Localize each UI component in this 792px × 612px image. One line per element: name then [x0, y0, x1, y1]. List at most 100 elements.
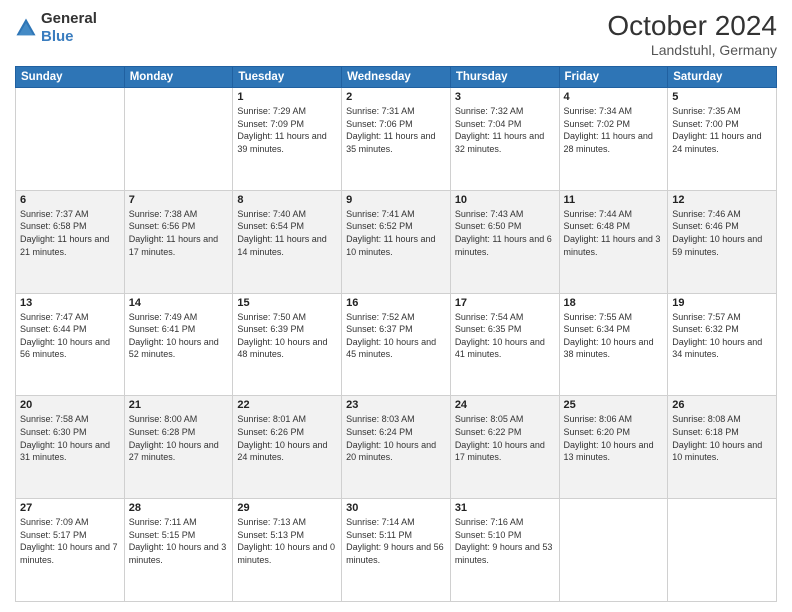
day-info: Sunrise: 7:34 AM Sunset: 7:02 PM Dayligh…	[564, 105, 664, 155]
day-info: Sunrise: 8:06 AM Sunset: 6:20 PM Dayligh…	[564, 413, 664, 463]
table-row: 15 Sunrise: 7:50 AM Sunset: 6:39 PM Dayli…	[233, 293, 342, 396]
table-row: 7Sunrise: 7:38 AM Sunset: 6:56 PM Daylig…	[124, 190, 233, 293]
table-row: 9 Sunrise: 7:41 AM Sunset: 6:52 PM Daylig…	[342, 190, 451, 293]
day-number: 31	[455, 502, 555, 514]
day-number: 13	[20, 297, 120, 309]
day-info: Sunrise: 7:16 AM Sunset: 5:10 PM Dayligh…	[455, 516, 555, 566]
table-row: 8 Sunrise: 7:40 AM Sunset: 6:54 PM Daylig…	[233, 190, 342, 293]
calendar-week-row: 1 Sunrise: 7:29 AM Sunset: 7:09 PM Daylig…	[16, 88, 777, 191]
day-number: 4	[564, 91, 664, 103]
day-number: 26	[672, 399, 772, 411]
day-info: Sunrise: 7:46 AM Sunset: 6:46 PM Dayligh…	[672, 208, 772, 258]
logo-general: General	[41, 10, 97, 27]
day-info: Sunrise: 7:37 AM Sunset: 6:58 PM Dayligh…	[20, 208, 120, 258]
day-info: Sunrise: 8:05 AM Sunset: 6:22 PM Dayligh…	[455, 413, 555, 463]
title-block: October 2024 Landstuhl, Germany	[607, 10, 777, 58]
day-info: Sunrise: 7:44 AM Sunset: 6:48 PM Dayligh…	[564, 208, 664, 258]
day-number: 20	[20, 399, 120, 411]
day-number: 24	[455, 399, 555, 411]
day-info: Sunrise: 7:50 AM Sunset: 6:39 PM Dayligh…	[237, 311, 337, 361]
table-row	[559, 499, 668, 602]
logo: General Blue	[15, 10, 97, 46]
day-number: 3	[455, 91, 555, 103]
day-info: Sunrise: 8:03 AM Sunset: 6:24 PM Dayligh…	[346, 413, 446, 463]
table-row: 2Sunrise: 7:31 AM Sunset: 7:06 PM Daylig…	[342, 88, 451, 191]
day-number: 25	[564, 399, 664, 411]
day-info: Sunrise: 7:47 AM Sunset: 6:44 PM Dayligh…	[20, 311, 120, 361]
day-number: 6	[20, 194, 120, 206]
table-row: 10 Sunrise: 7:43 AM Sunset: 6:50 PM Dayli…	[450, 190, 559, 293]
day-info: Sunrise: 7:09 AM Sunset: 5:17 PM Dayligh…	[20, 516, 120, 566]
day-info: Sunrise: 7:40 AM Sunset: 6:54 PM Dayligh…	[237, 208, 337, 258]
calendar-header-row: Sunday Monday Tuesday Wednesday Thursday…	[16, 67, 777, 88]
day-number: 1	[237, 91, 337, 103]
day-number: 7	[129, 194, 229, 206]
table-row: 20 Sunrise: 7:58 AM Sunset: 6:30 PM Dayli…	[16, 396, 125, 499]
page: General Blue October 2024 Landstuhl, Ger…	[0, 0, 792, 612]
table-row	[668, 499, 777, 602]
day-number: 27	[20, 502, 120, 514]
day-info: Sunrise: 7:29 AM Sunset: 7:09 PM Dayligh…	[237, 105, 337, 155]
table-row: 3 Sunrise: 7:32 AM Sunset: 7:04 PM Daylig…	[450, 88, 559, 191]
day-number: 23	[346, 399, 446, 411]
calendar-table: Sunday Monday Tuesday Wednesday Thursday…	[15, 66, 777, 602]
col-wednesday: Wednesday	[342, 67, 451, 88]
day-number: 8	[237, 194, 337, 206]
day-info: Sunrise: 7:32 AM Sunset: 7:04 PM Dayligh…	[455, 105, 555, 155]
day-number: 10	[455, 194, 555, 206]
col-thursday: Thursday	[450, 67, 559, 88]
table-row: 12 Sunrise: 7:46 AM Sunset: 6:46 PM Dayli…	[668, 190, 777, 293]
col-friday: Friday	[559, 67, 668, 88]
table-row: 6 Sunrise: 7:37 AM Sunset: 6:58 PM Daylig…	[16, 190, 125, 293]
table-row: 4 Sunrise: 7:34 AM Sunset: 7:02 PM Daylig…	[559, 88, 668, 191]
table-row: 16Sunrise: 7:52 AM Sunset: 6:37 PM Dayli…	[342, 293, 451, 396]
table-row: 31 Sunrise: 7:16 AM Sunset: 5:10 PM Dayli…	[450, 499, 559, 602]
day-number: 14	[129, 297, 229, 309]
day-info: Sunrise: 7:55 AM Sunset: 6:34 PM Dayligh…	[564, 311, 664, 361]
day-info: Sunrise: 7:58 AM Sunset: 6:30 PM Dayligh…	[20, 413, 120, 463]
day-info: Sunrise: 7:11 AM Sunset: 5:15 PM Dayligh…	[129, 516, 229, 566]
day-number: 21	[129, 399, 229, 411]
table-row: 26Sunrise: 8:08 AM Sunset: 6:18 PM Dayli…	[668, 396, 777, 499]
table-row: 30 Sunrise: 7:14 AM Sunset: 5:11 PM Dayli…	[342, 499, 451, 602]
table-row: 18 Sunrise: 7:55 AM Sunset: 6:34 PM Dayli…	[559, 293, 668, 396]
day-info: Sunrise: 7:14 AM Sunset: 5:11 PM Dayligh…	[346, 516, 446, 566]
day-number: 11	[564, 194, 664, 206]
day-info: Sunrise: 8:01 AM Sunset: 6:26 PM Dayligh…	[237, 413, 337, 463]
table-row: 24 Sunrise: 8:05 AM Sunset: 6:22 PM Dayli…	[450, 396, 559, 499]
col-sunday: Sunday	[16, 67, 125, 88]
table-row: 29Sunrise: 7:13 AM Sunset: 5:13 PM Dayli…	[233, 499, 342, 602]
day-number: 19	[672, 297, 772, 309]
table-row: 19Sunrise: 7:57 AM Sunset: 6:32 PM Dayli…	[668, 293, 777, 396]
day-number: 9	[346, 194, 446, 206]
header: General Blue October 2024 Landstuhl, Ger…	[15, 10, 777, 58]
col-saturday: Saturday	[668, 67, 777, 88]
day-number: 12	[672, 194, 772, 206]
table-row: 25 Sunrise: 8:06 AM Sunset: 6:20 PM Dayli…	[559, 396, 668, 499]
col-tuesday: Tuesday	[233, 67, 342, 88]
day-number: 18	[564, 297, 664, 309]
day-info: Sunrise: 7:35 AM Sunset: 7:00 PM Dayligh…	[672, 105, 772, 155]
logo-icon	[15, 17, 37, 39]
day-number: 16	[346, 297, 446, 309]
table-row: 22 Sunrise: 8:01 AM Sunset: 6:26 PM Dayli…	[233, 396, 342, 499]
day-info: Sunrise: 7:43 AM Sunset: 6:50 PM Dayligh…	[455, 208, 555, 258]
day-info: Sunrise: 8:00 AM Sunset: 6:28 PM Dayligh…	[129, 413, 229, 463]
day-info: Sunrise: 7:31 AM Sunset: 7:06 PM Dayligh…	[346, 105, 446, 155]
location: Landstuhl, Germany	[607, 42, 777, 58]
table-row: 28Sunrise: 7:11 AM Sunset: 5:15 PM Dayli…	[124, 499, 233, 602]
day-number: 30	[346, 502, 446, 514]
table-row: 27 Sunrise: 7:09 AM Sunset: 5:17 PM Dayli…	[16, 499, 125, 602]
table-row	[124, 88, 233, 191]
table-row: 14Sunrise: 7:49 AM Sunset: 6:41 PM Dayli…	[124, 293, 233, 396]
day-number: 5	[672, 91, 772, 103]
logo-blue: Blue	[41, 28, 74, 45]
day-number: 22	[237, 399, 337, 411]
day-info: Sunrise: 7:13 AM Sunset: 5:13 PM Dayligh…	[237, 516, 337, 566]
logo-text: General Blue	[41, 10, 97, 46]
day-info: Sunrise: 7:41 AM Sunset: 6:52 PM Dayligh…	[346, 208, 446, 258]
day-number: 15	[237, 297, 337, 309]
table-row: 1 Sunrise: 7:29 AM Sunset: 7:09 PM Daylig…	[233, 88, 342, 191]
table-row: 23 Sunrise: 8:03 AM Sunset: 6:24 PM Dayli…	[342, 396, 451, 499]
calendar-week-row: 20 Sunrise: 7:58 AM Sunset: 6:30 PM Dayli…	[16, 396, 777, 499]
